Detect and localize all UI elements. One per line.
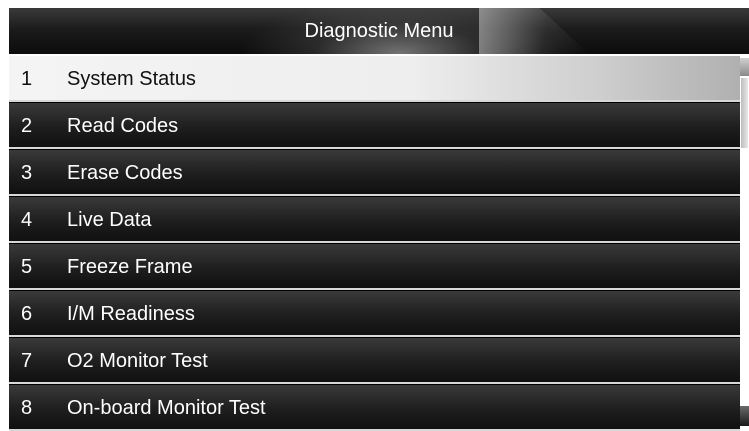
menu-item-im-readiness[interactable]: 6 I/M Readiness: [9, 291, 740, 337]
diagnostic-screen: Diagnostic Menu 1 System Status 2 Read C…: [0, 0, 749, 431]
menu-item-live-data[interactable]: 4 Live Data: [9, 197, 740, 243]
menu-item-number: 5: [21, 256, 33, 278]
menu-item-o2-monitor-test[interactable]: 7 O2 Monitor Test: [9, 338, 740, 384]
scrollbar-thumb[interactable]: [741, 78, 748, 148]
menu-item-number: 8: [21, 397, 33, 419]
menu-item-read-codes[interactable]: 2 Read Codes: [9, 103, 740, 149]
menu-item-number: 6: [21, 303, 33, 325]
menu-item-label: Read Codes: [67, 115, 179, 137]
menu-item-label: Erase Codes: [67, 162, 183, 184]
scroll-up-arrow-icon[interactable]: [740, 58, 749, 76]
menu-item-number: 3: [21, 162, 33, 184]
menu-item-number: 2: [21, 115, 33, 137]
menu-item-erase-codes[interactable]: 3 Erase Codes: [9, 150, 740, 196]
title-bar: Diagnostic Menu: [9, 8, 749, 54]
page-title: Diagnostic Menu: [304, 20, 454, 42]
menu-item-system-status[interactable]: 1 System Status: [9, 56, 740, 102]
menu-item-label: Live Data: [67, 209, 152, 231]
scroll-down-arrow-icon[interactable]: [740, 406, 749, 426]
menu-item-number: 1: [21, 68, 33, 90]
menu-item-label: Freeze Frame: [67, 256, 193, 278]
menu-item-label: O2 Monitor Test: [67, 350, 208, 372]
menu-item-label: On-board Monitor Test: [67, 397, 266, 419]
diagnostic-menu-list: 1 System Status 2 Read Codes 3 Erase Cod…: [9, 56, 740, 431]
menu-item-number: 4: [21, 209, 33, 231]
menu-item-label: System Status: [67, 68, 196, 90]
menu-item-number: 7: [21, 350, 33, 372]
menu-item-freeze-frame[interactable]: 5 Freeze Frame: [9, 244, 740, 290]
menu-item-label: I/M Readiness: [67, 303, 195, 325]
menu-item-onboard-monitor-test[interactable]: 8 On-board Monitor Test: [9, 385, 740, 431]
menu-scrollbar[interactable]: [740, 56, 749, 426]
